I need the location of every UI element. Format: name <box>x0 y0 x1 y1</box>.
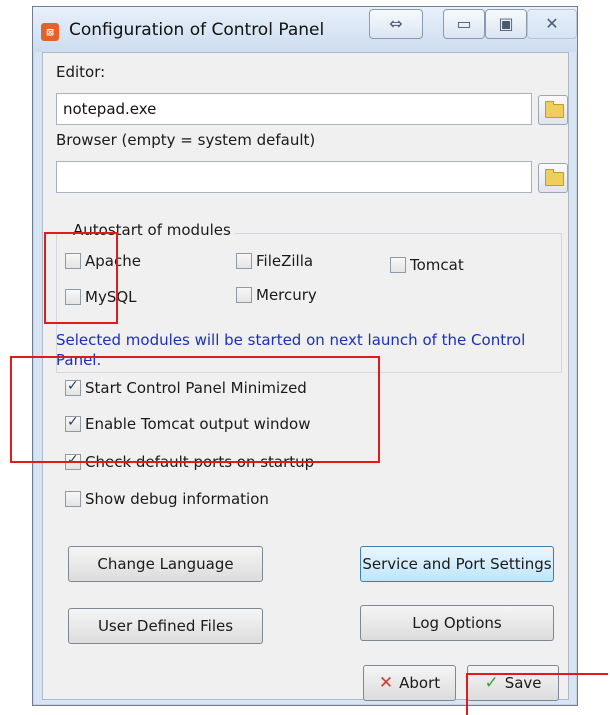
annotation-box-autostart <box>44 232 118 324</box>
close-icon: ✕ <box>545 14 559 33</box>
checkbox[interactable] <box>65 490 81 507</box>
log-options-button[interactable]: Log Options <box>360 605 554 641</box>
autostart-filezilla[interactable]: FileZilla <box>236 250 313 272</box>
editor-browse-button[interactable] <box>538 95 568 125</box>
editor-input[interactable] <box>56 93 532 125</box>
autostart-tomcat[interactable]: Tomcat <box>390 254 464 276</box>
change-language-button[interactable]: Change Language <box>68 546 263 582</box>
annotation-line-vertical <box>466 673 468 715</box>
double-arrow-icon: ⇔ <box>389 14 403 33</box>
minimize-icon: ▭ <box>456 14 472 33</box>
xampp-app-icon: ⊠ <box>41 23 59 41</box>
folder-icon <box>545 169 564 186</box>
checkmark-icon: ✓ <box>484 673 499 693</box>
service-port-settings-button[interactable]: Service and Port Settings <box>360 546 554 582</box>
abort-button[interactable]: ✕ Abort <box>363 665 456 701</box>
checkbox[interactable] <box>390 256 406 273</box>
save-button[interactable]: ✓ Save <box>467 665 559 701</box>
close-button[interactable]: ✕ <box>527 9 577 39</box>
browser-input[interactable] <box>56 161 532 193</box>
checkbox[interactable] <box>236 286 252 303</box>
minimize-button[interactable]: ▭ <box>443 9 485 39</box>
browser-label: Browser (empty = system default) <box>56 131 316 149</box>
annotation-line-horizontal <box>466 673 608 675</box>
abort-x-icon: ✕ <box>378 673 394 693</box>
window-title: Configuration of Control Panel <box>69 20 325 40</box>
maximize-button[interactable]: ▣ <box>485 9 527 39</box>
autostart-mercury[interactable]: Mercury <box>236 284 317 306</box>
folder-icon <box>545 101 564 118</box>
editor-label: Editor: <box>56 63 106 81</box>
resize-button[interactable]: ⇔ <box>369 9 423 39</box>
maximize-icon: ▣ <box>498 14 514 33</box>
title-bar[interactable]: ⊠ Configuration of Control Panel ⇔ ▭ ▣ ✕ <box>33 7 577 52</box>
annotation-box-options <box>10 356 380 463</box>
option-debug-info[interactable]: Show debug information <box>65 488 269 510</box>
checkbox[interactable] <box>236 252 252 269</box>
user-defined-files-button[interactable]: User Defined Files <box>68 608 263 644</box>
browser-browse-button[interactable] <box>538 163 568 193</box>
